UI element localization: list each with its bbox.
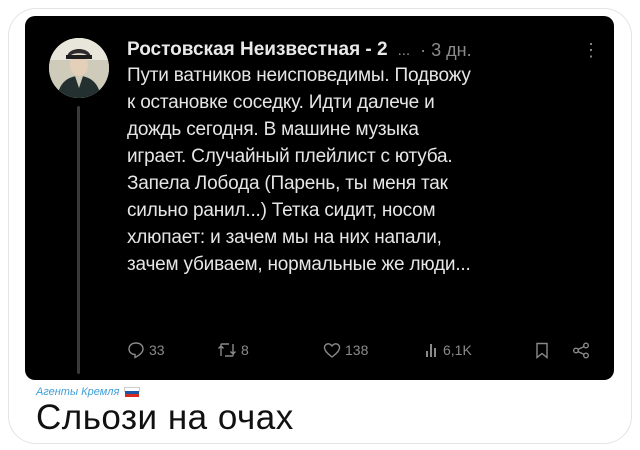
repost-icon — [218, 343, 236, 357]
russian-flag-icon — [124, 386, 141, 397]
more-options-icon[interactable]: ⋮ — [582, 40, 600, 61]
views-button[interactable]: 6,1K — [425, 338, 472, 362]
tweet-text: Пути ватников неисповедимы. Подвожу к ос… — [127, 62, 597, 278]
tweet-actions: 33 8 138 6,1K — [127, 338, 597, 362]
like-button[interactable]: 138 — [323, 338, 368, 362]
author-name[interactable]: Ростовская Неизвестная - 2 — [127, 39, 388, 61]
handle-ellipsis: ... — [397, 41, 411, 59]
tweet-card: Ростовская Неизвестная - 2 ... · 3 дн. ⋮… — [25, 16, 614, 380]
channel-watermark: Агенты Кремля — [36, 386, 141, 398]
tweet-text-line: хлюпает: и зачем мы на них напали, — [127, 227, 442, 248]
views-count: 6,1K — [443, 342, 472, 358]
bookmark-icon — [536, 342, 548, 359]
tweet-text-line: Запела Лобода (Парень, ты меня так — [127, 173, 448, 194]
views-chart-icon — [426, 344, 436, 357]
tweet-text-line: дождь сегодня. В машине музыка — [127, 119, 419, 140]
caption-text: Сльози на очах — [36, 398, 294, 437]
tweet-text-line: играет. Случайный плейлист с ютуба. — [127, 146, 453, 167]
heart-icon — [323, 342, 341, 358]
like-count: 138 — [345, 342, 369, 358]
tweet-header: Ростовская Неизвестная - 2 ... · 3 дн. ⋮ — [127, 36, 600, 64]
avatar[interactable] — [49, 38, 109, 98]
thread-line — [77, 106, 80, 374]
reply-icon — [128, 342, 144, 359]
repost-button[interactable]: 8 — [217, 338, 249, 362]
reply-count: 33 — [149, 342, 165, 358]
tweet-text-line: Пути ватников неисповедимы. Подвожу — [127, 65, 471, 86]
bookmark-button[interactable] — [535, 338, 549, 362]
tweet-text-line: зачем убиваем, нормальные же люди... — [127, 254, 471, 275]
timestamp[interactable]: · 3 дн. — [420, 40, 471, 61]
tweet-text-line: к остановке соседку. Идти далече и — [127, 92, 435, 113]
repost-count: 8 — [241, 342, 249, 358]
share-icon — [573, 342, 589, 358]
tweet-text-line: сильно ранил...) Тетка сидит, носом — [127, 200, 436, 221]
channel-name: Агенты Кремля — [36, 386, 120, 398]
share-button[interactable] — [572, 338, 590, 362]
reply-button[interactable]: 33 — [127, 338, 165, 362]
